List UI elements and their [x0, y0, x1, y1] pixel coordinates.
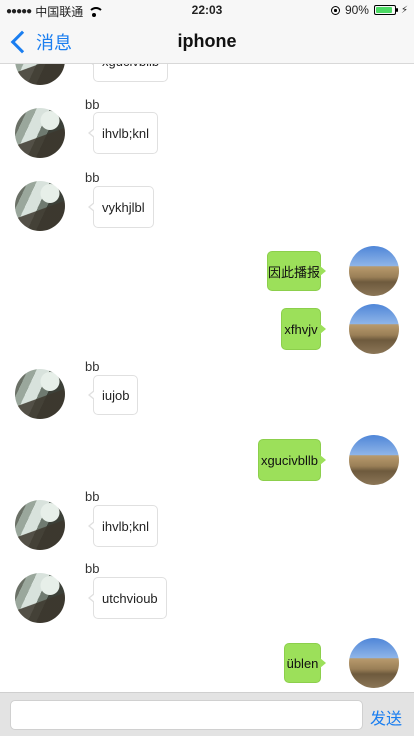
input-bar: 发送 [0, 692, 414, 736]
status-right: 90% ⚡ [330, 3, 408, 17]
rotation-lock-icon [330, 5, 340, 15]
message-bubble[interactable]: ihvlb;knl [88, 505, 158, 547]
avatar[interactable] [15, 573, 65, 623]
sender-name: bb [85, 489, 100, 504]
avatar[interactable] [349, 304, 399, 354]
message-bubble[interactable]: ihvlb;knl [88, 112, 158, 154]
charging-bolt-icon: ⚡ [400, 4, 408, 16]
avatar[interactable] [15, 108, 65, 158]
status-bar: ●●●●● 中国联通 22:03 90% ⚡ [0, 0, 414, 20]
message-bubble[interactable]: xfhvjv [281, 308, 326, 350]
message-bubble[interactable]: 因此播报 [267, 251, 326, 291]
message-bubble[interactable]: utchvioub [88, 577, 167, 619]
message-bubble[interactable]: xgucivbllb [258, 439, 326, 481]
message-bubble[interactable]: xgucivbllb [87, 64, 169, 82]
message-text: 因此播报 [268, 264, 321, 280]
sender-name: bb [85, 97, 100, 112]
message-text: ihvlb;knl [102, 125, 149, 141]
navigation-bar: 消息 iphone [0, 20, 414, 64]
message-input[interactable] [10, 700, 363, 730]
avatar[interactable] [15, 181, 65, 231]
avatar[interactable] [15, 64, 65, 85]
avatar[interactable] [349, 638, 399, 688]
battery-icon [373, 5, 398, 15]
message-bubble[interactable]: üblen [284, 643, 326, 683]
avatar[interactable] [349, 246, 399, 296]
avatar[interactable] [349, 435, 399, 485]
message-text: xfhvjv [284, 321, 318, 337]
battery-percent: 90% [344, 3, 369, 17]
message-bubble[interactable]: vykhjlbl [88, 186, 154, 228]
sender-name: bb [85, 359, 100, 374]
message-text: ihvlb;knl [102, 518, 149, 534]
avatar[interactable] [15, 369, 65, 419]
sender-name: bb [85, 561, 100, 576]
avatar[interactable] [15, 500, 65, 550]
message-text: vykhjlbl [102, 199, 145, 215]
message-text: üblen [286, 655, 319, 671]
message-text: xgucivbllb [260, 452, 319, 468]
message-text: iujob [102, 387, 130, 403]
send-button[interactable]: 发送 [370, 705, 402, 729]
message-text: xgucivbllb [102, 64, 159, 69]
battery-level [375, 7, 392, 13]
message-text: utchvioub [102, 590, 158, 606]
message-bubble[interactable]: iujob [87, 375, 139, 415]
message-list[interactable]: xgucivbllb bb ihvlb;knl bb vykhjlbl 因此播报… [0, 64, 414, 692]
page-title: iphone [177, 31, 237, 51]
sender-name: bb [85, 170, 100, 185]
